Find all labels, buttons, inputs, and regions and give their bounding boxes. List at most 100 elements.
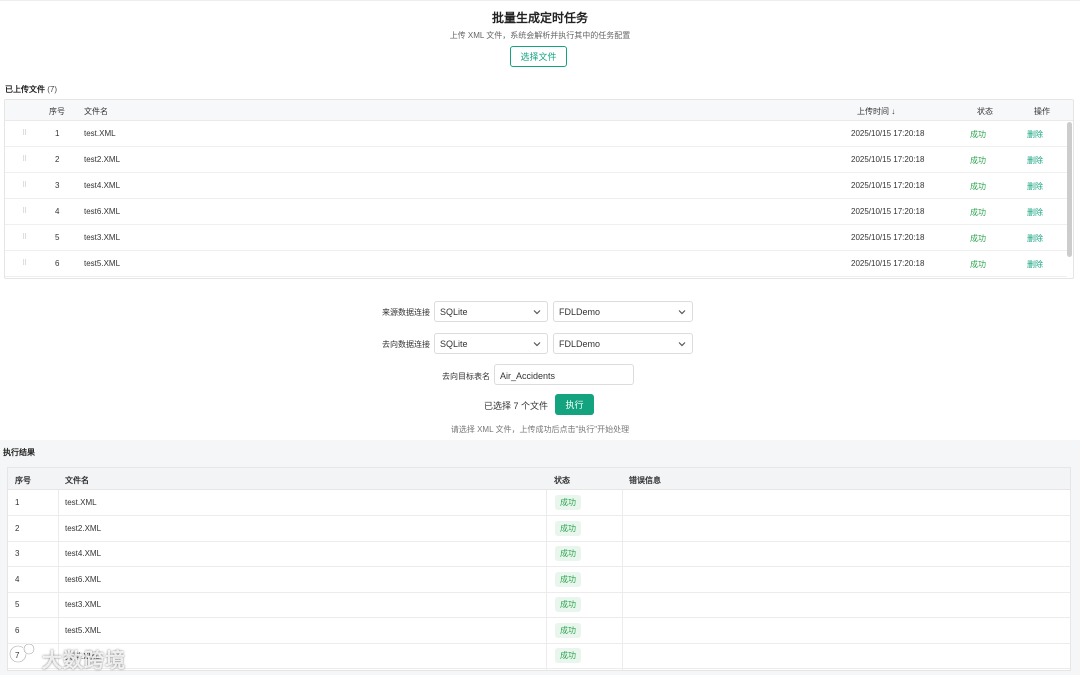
col-filename-header: 文件名 [84, 107, 108, 116]
status-badge: 成功 [555, 572, 581, 587]
row-upload-time: 2025/10/15 17:20:18 [851, 207, 925, 216]
drag-handle-icon[interactable]: ⠿ [22, 181, 27, 189]
row-status: 成功 [970, 208, 986, 217]
row-index: 4 [15, 575, 20, 584]
result-row: 7 资料.XML 成功 [8, 643, 1070, 669]
status-badge: 成功 [555, 648, 581, 663]
row-filename: test3.XML [65, 600, 102, 609]
status-badge: 成功 [555, 546, 581, 561]
col-index-header: 序号 [49, 107, 65, 116]
hint-text: 请选择 XML 文件，上传成功后点击"执行"开始处理 [450, 425, 630, 434]
execute-button[interactable]: 执行 [555, 394, 594, 415]
result-row: 2 test2.XML 成功 [8, 516, 1070, 542]
drag-handle-icon[interactable]: ⠿ [22, 233, 27, 241]
row-filename: test4.XML [65, 549, 102, 558]
upload-panel: 批量生成定时任务 上传 XML 文件，系统会解析并执行其中的任务配置 选择文件 … [0, 0, 1080, 440]
row-filename: test.XML [65, 498, 97, 507]
uploaded-row: ⠿ 5 test3.XML 2025/10/15 17:20:18 成功 删除 [5, 225, 1067, 251]
uploaded-files-title: 已上传文件 (7) [5, 84, 57, 95]
uploaded-row: ⠿ 4 test6.XML 2025/10/15 17:20:18 成功 删除 [5, 199, 1067, 225]
page-subtitle: 上传 XML 文件，系统会解析并执行其中的任务配置 [449, 31, 631, 40]
col-status-header: 状态 [554, 476, 570, 485]
row-index: 6 [15, 626, 20, 635]
uploaded-table-header: 序号 文件名 上传时间 ↓ 状态 操作 [5, 100, 1073, 121]
delete-link[interactable]: 删除 [1027, 259, 1043, 270]
col-actions-header: 操作 [1034, 107, 1050, 116]
result-row: 6 test5.XML 成功 [8, 618, 1070, 644]
result-row: 1 test.XML 成功 [8, 490, 1070, 516]
row-filename: test3.XML [84, 233, 121, 242]
uploaded-files-table: 序号 文件名 上传时间 ↓ 状态 操作 ⠿ 1 test.XML 2025/10… [4, 99, 1074, 279]
row-status: 成功 [970, 130, 986, 139]
watermark: 大数跨境 [8, 640, 148, 672]
result-row: 5 test3.XML 成功 [8, 592, 1070, 618]
uploaded-row: ⠿ 2 test2.XML 2025/10/15 17:20:18 成功 删除 [5, 147, 1067, 173]
uploaded-row: ⠿ 3 test4.XML 2025/10/15 17:20:18 成功 删除 [5, 173, 1067, 199]
drag-handle-icon[interactable]: ⠿ [22, 259, 27, 267]
source-type-select[interactable]: SQLite [434, 301, 548, 322]
col-error-header: 错误信息 [629, 476, 661, 485]
row-index: 1 [55, 129, 60, 138]
choose-file-button[interactable]: 选择文件 [510, 46, 567, 67]
row-filename: test5.XML [65, 626, 102, 635]
uploaded-files-label: 已上传文件 [5, 85, 45, 94]
row-index: 2 [55, 155, 60, 164]
watermark-logo-icon [8, 643, 35, 664]
row-index: 3 [15, 549, 20, 558]
status-badge: 成功 [555, 521, 581, 536]
drag-handle-icon[interactable]: ⠿ [22, 129, 27, 137]
delete-link[interactable]: 删除 [1027, 129, 1043, 140]
status-badge: 成功 [555, 597, 581, 612]
results-panel: 执行结果 序号 文件名 状态 错误信息 1 test.XML 成功 2 test… [0, 440, 1080, 675]
drag-handle-icon[interactable]: ⠿ [22, 207, 27, 215]
results-table-header: 序号 文件名 状态 错误信息 [8, 468, 1070, 490]
target-db-value: FDLDemo [559, 339, 601, 349]
result-row: 4 test6.XML 成功 [8, 567, 1070, 593]
chevron-down-icon [533, 342, 541, 347]
uploaded-row: ⠿ 1 test.XML 2025/10/15 17:20:18 成功 删除 [5, 121, 1067, 147]
results-title: 执行结果 [3, 448, 35, 457]
delete-link[interactable]: 删除 [1027, 181, 1043, 192]
row-filename: test6.XML [84, 207, 121, 216]
row-filename: test2.XML [84, 155, 121, 164]
delete-link[interactable]: 删除 [1027, 207, 1043, 218]
row-upload-time: 2025/10/15 17:20:18 [851, 259, 925, 268]
row-index: 5 [55, 233, 60, 242]
row-filename: test2.XML [65, 524, 102, 533]
page-title: 批量生成定时任务 [491, 11, 588, 25]
row-upload-time: 2025/10/15 17:20:18 [851, 233, 925, 242]
source-db-select[interactable]: FDLDemo [553, 301, 693, 322]
watermark-text: 大数跨境 [42, 650, 126, 672]
target-type-value: SQLite [440, 339, 468, 349]
target-type-select[interactable]: SQLite [434, 333, 548, 354]
table-scrollbar[interactable] [1067, 122, 1072, 257]
row-upload-time: 2025/10/15 17:20:18 [851, 155, 925, 164]
row-status: 成功 [970, 156, 986, 165]
row-index: 2 [15, 524, 20, 533]
row-upload-time: 2025/10/15 17:20:18 [851, 181, 925, 190]
target-table-input[interactable]: Air_Accidents [494, 364, 634, 385]
drag-handle-icon[interactable]: ⠿ [22, 155, 27, 163]
uploaded-files-count: (7) [47, 85, 58, 94]
row-filename: test6.XML [65, 575, 102, 584]
row-status: 成功 [970, 260, 986, 269]
target-db-select[interactable]: FDLDemo [553, 333, 693, 354]
result-row: 3 test4.XML 成功 [8, 541, 1070, 567]
row-index: 6 [55, 259, 60, 268]
col-upload-time-header[interactable]: 上传时间 ↓ [857, 106, 895, 117]
delete-link[interactable]: 删除 [1027, 155, 1043, 166]
delete-link[interactable]: 删除 [1027, 233, 1043, 244]
row-filename: test4.XML [84, 181, 121, 190]
results-table: 序号 文件名 状态 错误信息 1 test.XML 成功 2 test2.XML… [7, 467, 1071, 671]
row-status: 成功 [970, 182, 986, 191]
row-filename: test.XML [84, 129, 116, 138]
row-index: 5 [15, 600, 20, 609]
row-upload-time: 2025/10/15 17:20:18 [851, 129, 925, 138]
source-type-value: SQLite [440, 307, 468, 317]
row-index: 1 [15, 498, 20, 507]
chevron-down-icon [678, 342, 686, 347]
target-connection-label: 去向数据连接 [382, 340, 430, 349]
chevron-down-icon [678, 310, 686, 315]
status-badge: 成功 [555, 623, 581, 638]
selected-files-info: 已选择 7 个文件 [484, 401, 549, 411]
